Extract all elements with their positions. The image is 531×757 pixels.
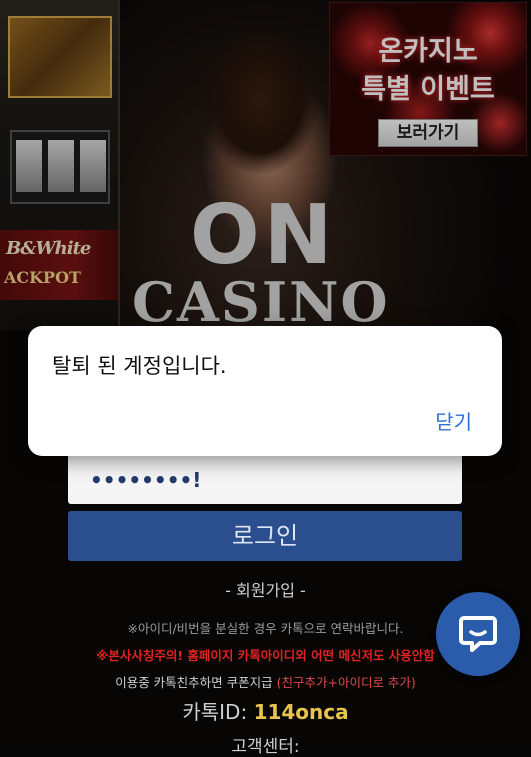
kakao-id-line: 카톡ID: 114onca [0, 696, 531, 725]
kakao-id-value: 114onca [253, 700, 349, 724]
support-center-label: 고객센터: [231, 737, 300, 757]
chat-bubble-icon [459, 616, 497, 652]
password-input[interactable]: ••••••••! [68, 454, 462, 504]
login-button[interactable]: 로그인 [68, 511, 462, 561]
friend-coupon-highlight: (친구추가+아이디로 추가) [276, 675, 416, 690]
alert-dialog: 탈퇴 된 계정입니다. 닫기 [28, 326, 502, 456]
chat-button[interactable] [436, 592, 520, 676]
kakao-id-label: 카톡ID: [182, 700, 254, 724]
friend-coupon-notice: 이용중 카톡친추하면 쿠폰지급 (친구추가+아이디로 추가) [0, 672, 531, 691]
friend-coupon-text: 이용중 카톡친추하면 쿠폰지급 [115, 675, 277, 690]
alert-close-button[interactable]: 닫기 [435, 406, 472, 435]
alert-message: 탈퇴 된 계정입니다. [52, 354, 227, 378]
signup-link[interactable]: - 회원가입 - [0, 577, 531, 601]
